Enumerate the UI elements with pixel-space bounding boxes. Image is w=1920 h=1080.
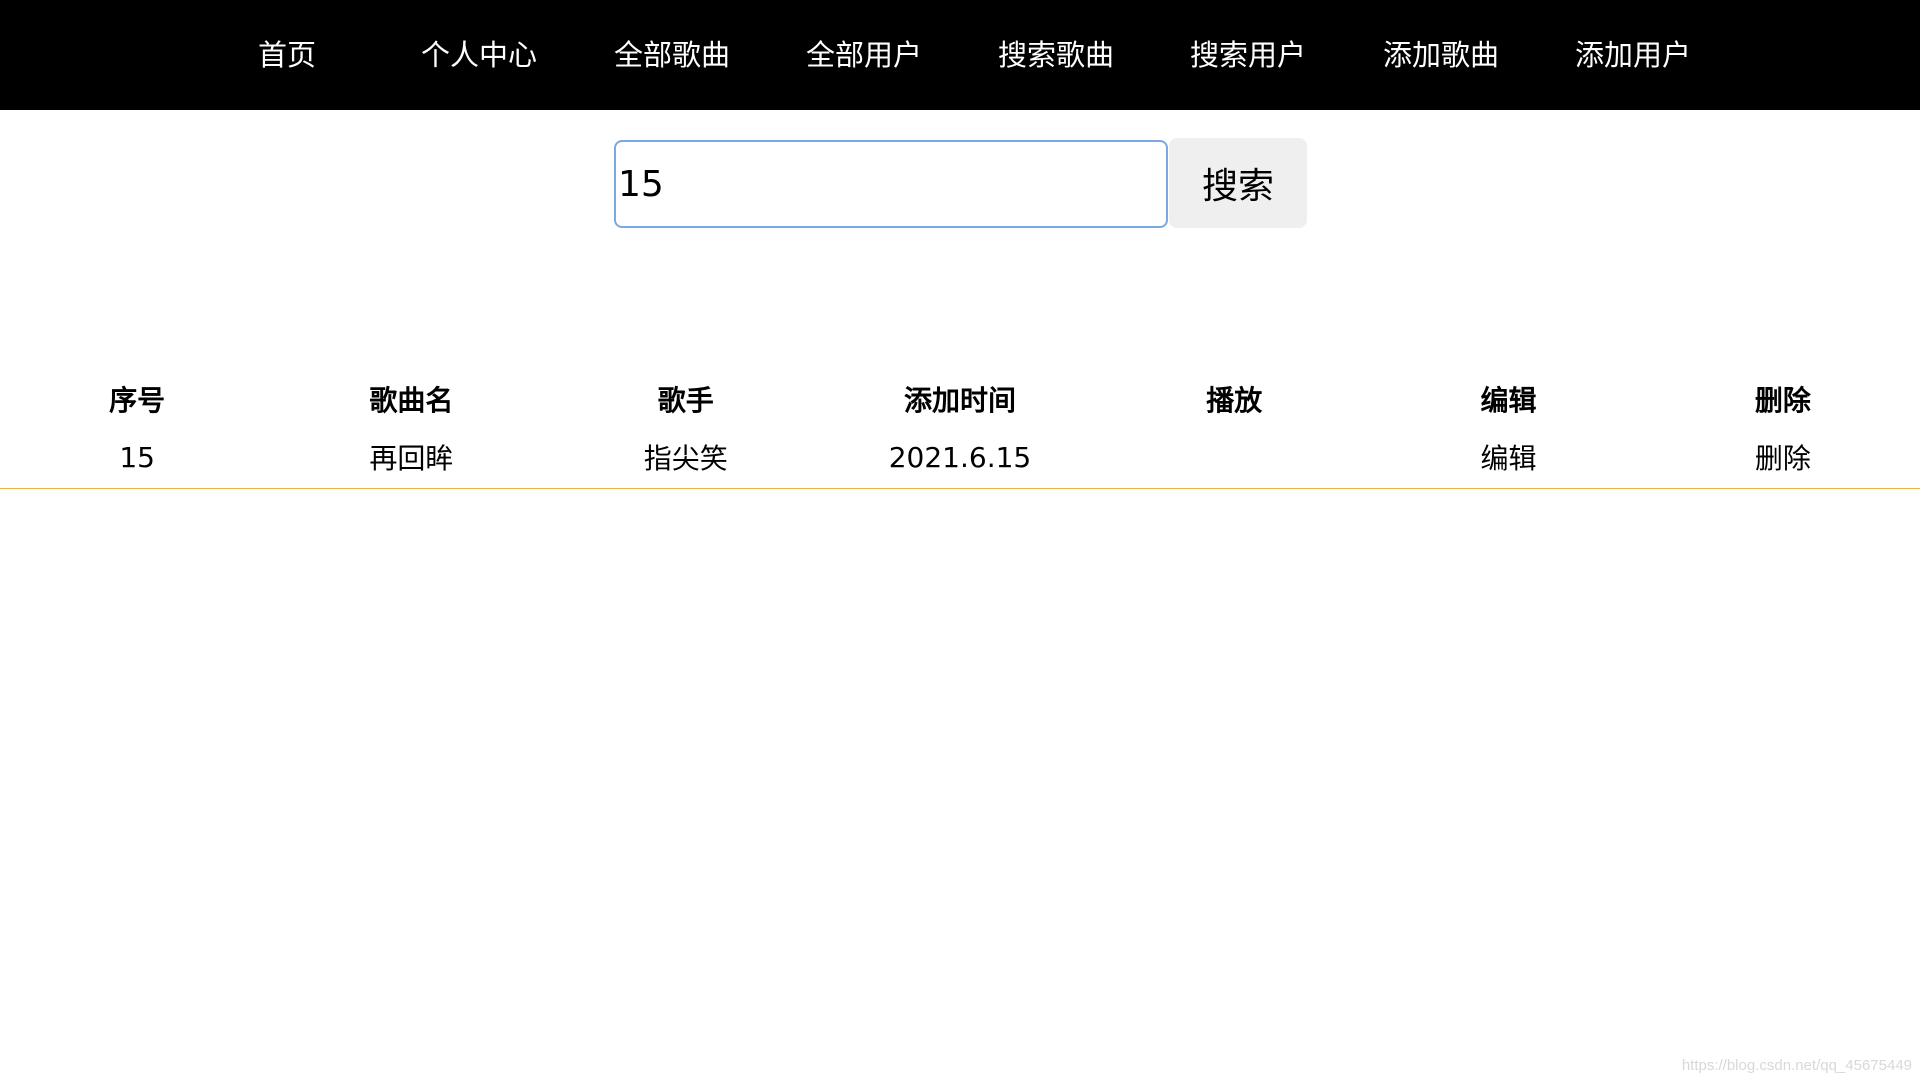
nav-item-all-songs[interactable]: 全部歌曲 bbox=[614, 0, 730, 110]
nav-item-search-songs[interactable]: 搜索歌曲 bbox=[998, 0, 1114, 110]
header-play: 播放 bbox=[1206, 384, 1263, 417]
cell-delete: 删除 bbox=[1645, 428, 1920, 489]
top-navigation-bar: 首页 个人中心 全部歌曲 全部用户 搜索歌曲 搜索用户 添加歌曲 添加用户 bbox=[0, 0, 1920, 110]
song-table-container: 序号 歌曲名 歌手 添加时间 播放 编辑 删除 15 再回眸 指尖笑 2021.… bbox=[0, 370, 1920, 489]
search-button[interactable]: 搜索 bbox=[1169, 138, 1307, 228]
delete-link[interactable]: 删除 bbox=[1755, 442, 1811, 475]
cell-added-time: 2021.6.15 bbox=[822, 428, 1098, 489]
nav-item-add-user[interactable]: 添加用户 bbox=[1575, 0, 1691, 110]
nav-item-home[interactable]: 首页 bbox=[258, 0, 316, 110]
cell-play bbox=[1097, 428, 1372, 489]
search-input[interactable] bbox=[614, 140, 1168, 228]
table-header-row: 序号 歌曲名 歌手 添加时间 播放 编辑 删除 bbox=[0, 370, 1920, 428]
cell-id: 15 bbox=[0, 428, 275, 489]
edit-link[interactable]: 编辑 bbox=[1481, 442, 1537, 475]
nav-item-all-users[interactable]: 全部用户 bbox=[806, 0, 922, 110]
cell-song-name: 再回眸 bbox=[274, 428, 549, 489]
nav-item-add-song[interactable]: 添加歌曲 bbox=[1383, 0, 1499, 110]
header-id: 序号 bbox=[109, 384, 166, 417]
page: 首页 个人中心 全部歌曲 全部用户 搜索歌曲 搜索用户 添加歌曲 添加用户 搜索… bbox=[0, 0, 1920, 1080]
header-delete: 删除 bbox=[1754, 384, 1811, 417]
watermark: https://blog.csdn.net/qq_45675449 bbox=[1681, 1057, 1912, 1074]
cell-singer: 指尖笑 bbox=[548, 428, 823, 489]
nav-item-personal-center[interactable]: 个人中心 bbox=[421, 0, 537, 110]
header-added-time: 添加时间 bbox=[903, 384, 1016, 417]
header-edit: 编辑 bbox=[1480, 384, 1537, 417]
song-table: 序号 歌曲名 歌手 添加时间 播放 编辑 删除 15 再回眸 指尖笑 2021.… bbox=[0, 370, 1920, 489]
cell-edit: 编辑 bbox=[1371, 428, 1646, 489]
header-song-name: 歌曲名 bbox=[369, 384, 454, 417]
table-row: 15 再回眸 指尖笑 2021.6.15 编辑 删除 bbox=[0, 428, 1920, 489]
header-singer: 歌手 bbox=[657, 384, 714, 417]
nav-item-search-users[interactable]: 搜索用户 bbox=[1190, 0, 1306, 110]
